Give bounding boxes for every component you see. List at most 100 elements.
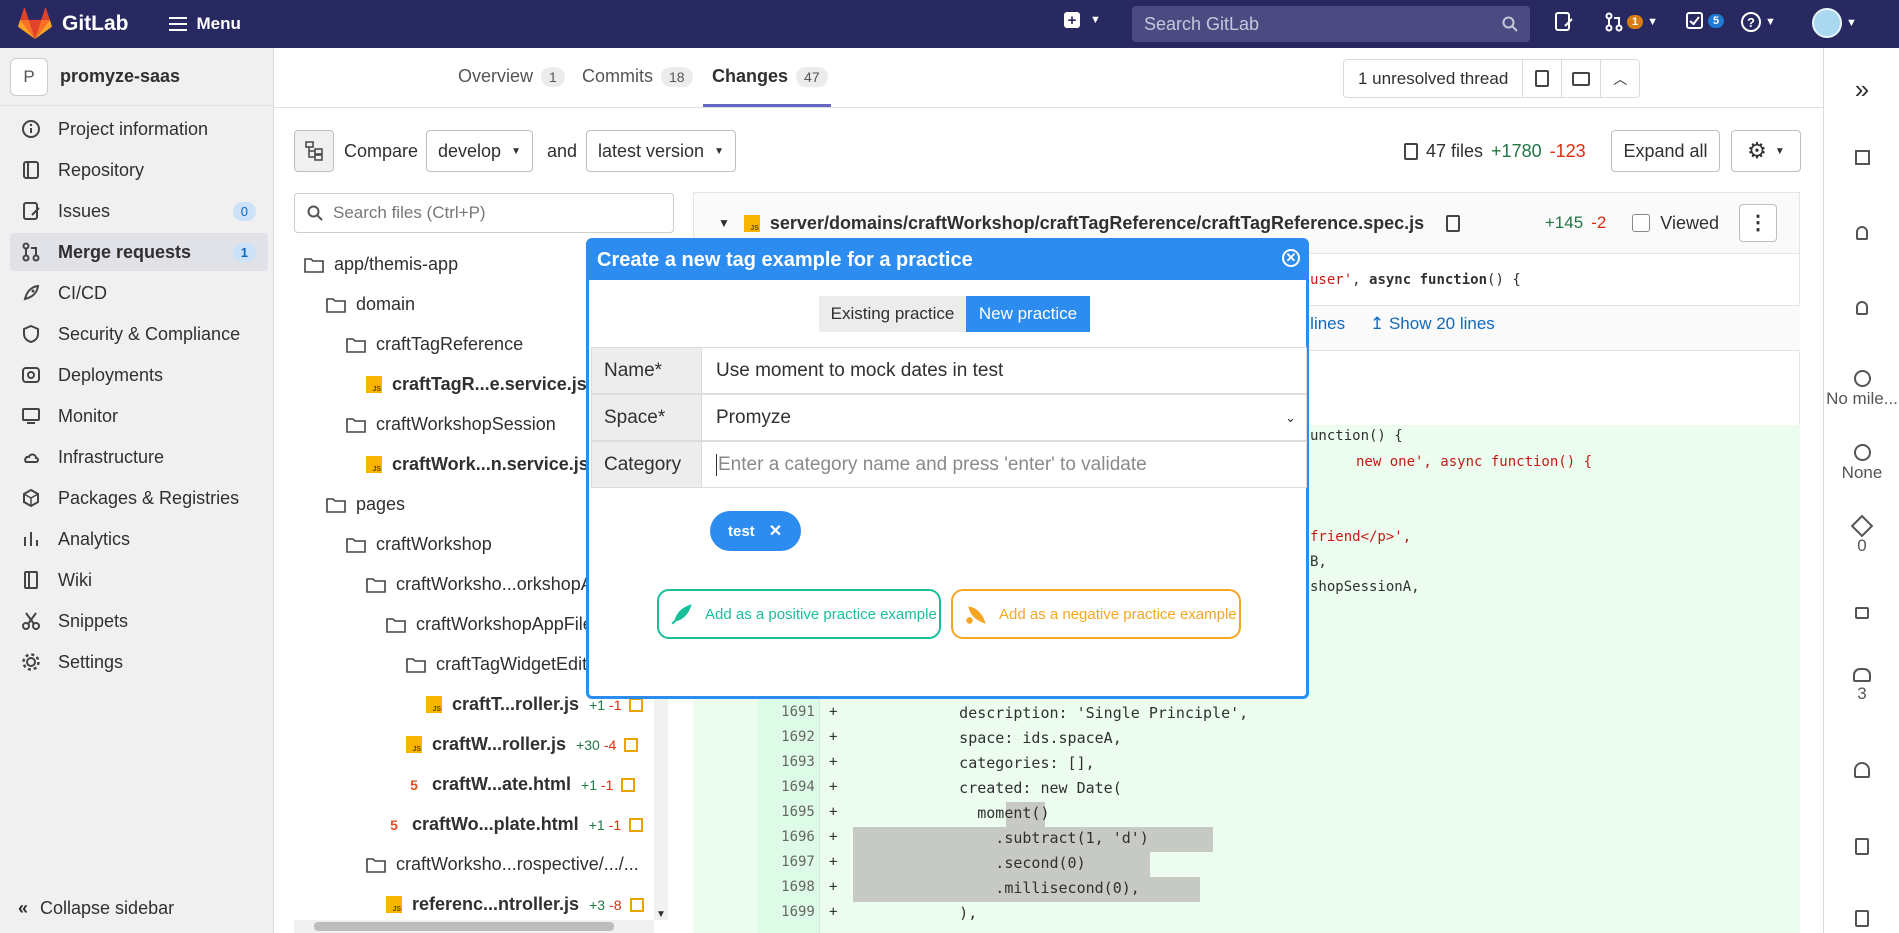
new-dropdown-button[interactable]: + ▼ bbox=[1064, 12, 1101, 29]
add-positive-example-button[interactable]: Add as a positive practice example bbox=[657, 589, 941, 639]
space-select[interactable]: Promyze ⌄ bbox=[702, 395, 1306, 440]
category-input[interactable]: Enter a category name and press 'enter' … bbox=[702, 442, 1306, 487]
modal-title: Create a new tag example for a practice bbox=[597, 249, 973, 271]
file-tree-horizontal-scrollbar[interactable] bbox=[294, 920, 654, 933]
unresolved-thread-label[interactable]: 1 unresolved thread bbox=[1344, 69, 1522, 89]
diff-file-path[interactable]: server/domains/craftWorkshop/craftTagRef… bbox=[770, 213, 1424, 234]
user-menu-button[interactable]: ▼ bbox=[1812, 8, 1857, 38]
tree-file[interactable]: 5 craftW...ate.html +1 -1 bbox=[406, 774, 636, 795]
collapse-right-sidebar-button[interactable]: » bbox=[1824, 74, 1899, 105]
tab-existing-practice[interactable]: Existing practice bbox=[819, 296, 966, 332]
reviewer-button[interactable] bbox=[1824, 300, 1899, 320]
sidebar-item-infrastructure[interactable]: Infrastructure bbox=[10, 438, 268, 476]
todos-nav-button[interactable]: 5 bbox=[1686, 12, 1725, 30]
lock-button[interactable] bbox=[1824, 604, 1899, 624]
file-search-input[interactable]: Search files (Ctrl+P) bbox=[294, 193, 674, 233]
space-value: Promyze bbox=[716, 406, 791, 428]
collapse-sidebar-button[interactable]: « Collapse sidebar bbox=[18, 898, 174, 919]
file-search-placeholder: Search files (Ctrl+P) bbox=[333, 203, 486, 222]
tree-file[interactable]: craftW...roller.js +30-4 bbox=[406, 734, 639, 755]
sidebar-item-ci-cd[interactable]: CI/CD bbox=[10, 274, 268, 312]
tab-commits[interactable]: Commits 18 bbox=[582, 66, 693, 87]
sidebar-item-snippets[interactable]: Snippets bbox=[10, 602, 268, 640]
todo-add-button[interactable] bbox=[1824, 150, 1899, 170]
expand-all-button[interactable]: Expand all bbox=[1611, 130, 1720, 172]
milestone-button[interactable]: No mile... bbox=[1824, 370, 1899, 409]
tab-changes[interactable]: Changes 47 bbox=[712, 66, 828, 87]
line-number[interactable]: 1696 bbox=[757, 829, 839, 845]
tab-overview[interactable]: Overview 1 bbox=[458, 66, 565, 87]
line-number[interactable]: 1692 bbox=[757, 729, 839, 745]
tree-folder[interactable]: domain bbox=[326, 294, 415, 315]
tree-folder[interactable]: craftWorkshop bbox=[346, 534, 492, 555]
sidebar-item-repository[interactable]: Repository bbox=[10, 151, 268, 189]
line-number[interactable]: 1697 bbox=[757, 854, 839, 870]
file-options-button[interactable]: ⋮ bbox=[1739, 204, 1777, 242]
sidebar-item-merge-requests[interactable]: Merge requests 1 bbox=[10, 233, 268, 271]
line-number[interactable]: 1695 bbox=[757, 804, 839, 820]
sidebar-item-project-information[interactable]: Project information bbox=[10, 110, 268, 148]
sidebar-item-security-compliance[interactable]: Security & Compliance bbox=[10, 315, 268, 353]
copy-reference-button[interactable] bbox=[1824, 838, 1899, 860]
copy-email-button[interactable] bbox=[1824, 910, 1899, 932]
merge-request-icon bbox=[1605, 12, 1623, 32]
tree-folder[interactable]: craftWorkshopAppFile bbox=[386, 614, 593, 635]
assignee-button[interactable] bbox=[1824, 225, 1899, 245]
help-dropdown-button[interactable]: ? ▼ bbox=[1741, 12, 1776, 32]
sidebar-item-wiki[interactable]: Wiki bbox=[10, 561, 268, 599]
resolve-thread-button[interactable] bbox=[1522, 60, 1561, 97]
participants-button[interactable]: 3 bbox=[1824, 668, 1899, 704]
sidebar-item-packages-registries[interactable]: Packages & Registries bbox=[10, 479, 268, 517]
tree-file[interactable]: craftTagR...e.service.js+ bbox=[366, 374, 605, 395]
line-number[interactable]: 1693 bbox=[757, 754, 839, 770]
added-line-marker: + bbox=[829, 904, 838, 920]
chevron-down-icon[interactable]: ▼ bbox=[718, 216, 730, 230]
diff-settings-button[interactable]: ⚙ ▼ bbox=[1731, 130, 1801, 172]
tree-file[interactable]: craftWork...n.service.js+ bbox=[366, 454, 607, 475]
compare-target-dropdown[interactable]: latest version ▼ bbox=[586, 130, 736, 172]
tree-folder[interactable]: craftTagReference bbox=[346, 334, 523, 355]
tree-item-label: craftTagReference bbox=[376, 334, 524, 354]
tree-folder[interactable]: craftWorksho...orkshopAp bbox=[366, 574, 603, 595]
gitlab-logo[interactable]: GitLab bbox=[18, 8, 129, 40]
line-number[interactable]: 1699 bbox=[757, 904, 839, 920]
tree-folder[interactable]: pages bbox=[326, 494, 405, 515]
line-number[interactable]: 1694 bbox=[757, 779, 839, 795]
line-number[interactable]: 1691 bbox=[757, 704, 839, 720]
add-negative-example-button[interactable]: Add as a negative practice example bbox=[951, 589, 1241, 639]
scroll-down-arrow-icon: ▼ bbox=[656, 909, 666, 920]
name-input[interactable]: Use moment to mock dates in test bbox=[702, 348, 1306, 393]
chevron-down-icon: ⌄ bbox=[1285, 409, 1296, 425]
sidebar-item-deployments[interactable]: Deployments bbox=[10, 356, 268, 394]
tree-file[interactable]: 5 craftWo...plate.html +1 -1 bbox=[386, 814, 644, 835]
project-header[interactable]: P promyze-saas bbox=[0, 48, 273, 106]
labels-button[interactable]: 0 bbox=[1824, 514, 1899, 556]
close-icon[interactable]: ✕ bbox=[1282, 249, 1300, 267]
compare-source-dropdown[interactable]: develop ▼ bbox=[426, 130, 533, 172]
menu-button[interactable]: Menu bbox=[168, 14, 241, 34]
search-input[interactable]: Search GitLab bbox=[1132, 6, 1530, 42]
tab-new-practice[interactable]: New practice bbox=[966, 296, 1090, 332]
sidebar-item-issues[interactable]: Issues 0 bbox=[10, 192, 268, 230]
tree-folder[interactable]: app/themis-app bbox=[304, 254, 458, 275]
show-lines-link[interactable]: ↥ Show 20 lines bbox=[1370, 314, 1495, 334]
jump-to-thread-button[interactable] bbox=[1561, 60, 1600, 97]
tree-folder[interactable]: craftWorkshopSession bbox=[346, 414, 556, 435]
toggle-file-tree-button[interactable] bbox=[294, 130, 334, 172]
scrollbar-thumb[interactable] bbox=[314, 922, 614, 931]
collapse-threads-button[interactable]: ︿ bbox=[1600, 60, 1639, 97]
sidebar-item-analytics[interactable]: Analytics bbox=[10, 520, 268, 558]
issues-nav-button[interactable] bbox=[1555, 12, 1573, 32]
tree-folder[interactable]: craftTagWidgetEdito bbox=[406, 654, 597, 675]
sidebar-item-settings[interactable]: Settings bbox=[10, 643, 268, 681]
merge-requests-nav-button[interactable]: 1 ▼ bbox=[1605, 12, 1658, 32]
copy-path-icon[interactable] bbox=[1446, 214, 1461, 232]
tree-file[interactable]: referenc...ntroller.js +3-8 bbox=[386, 894, 644, 915]
line-number[interactable]: 1698 bbox=[757, 879, 839, 895]
tree-folder[interactable]: craftWorksho...rospective/.../... bbox=[366, 854, 639, 875]
notifications-button[interactable] bbox=[1824, 762, 1899, 783]
remove-chip-icon[interactable]: ✕ bbox=[769, 521, 782, 541]
viewed-checkbox[interactable] bbox=[1632, 214, 1651, 232]
sidebar-item-monitor[interactable]: Monitor bbox=[10, 397, 268, 435]
time-tracking-button[interactable]: None bbox=[1824, 444, 1899, 483]
